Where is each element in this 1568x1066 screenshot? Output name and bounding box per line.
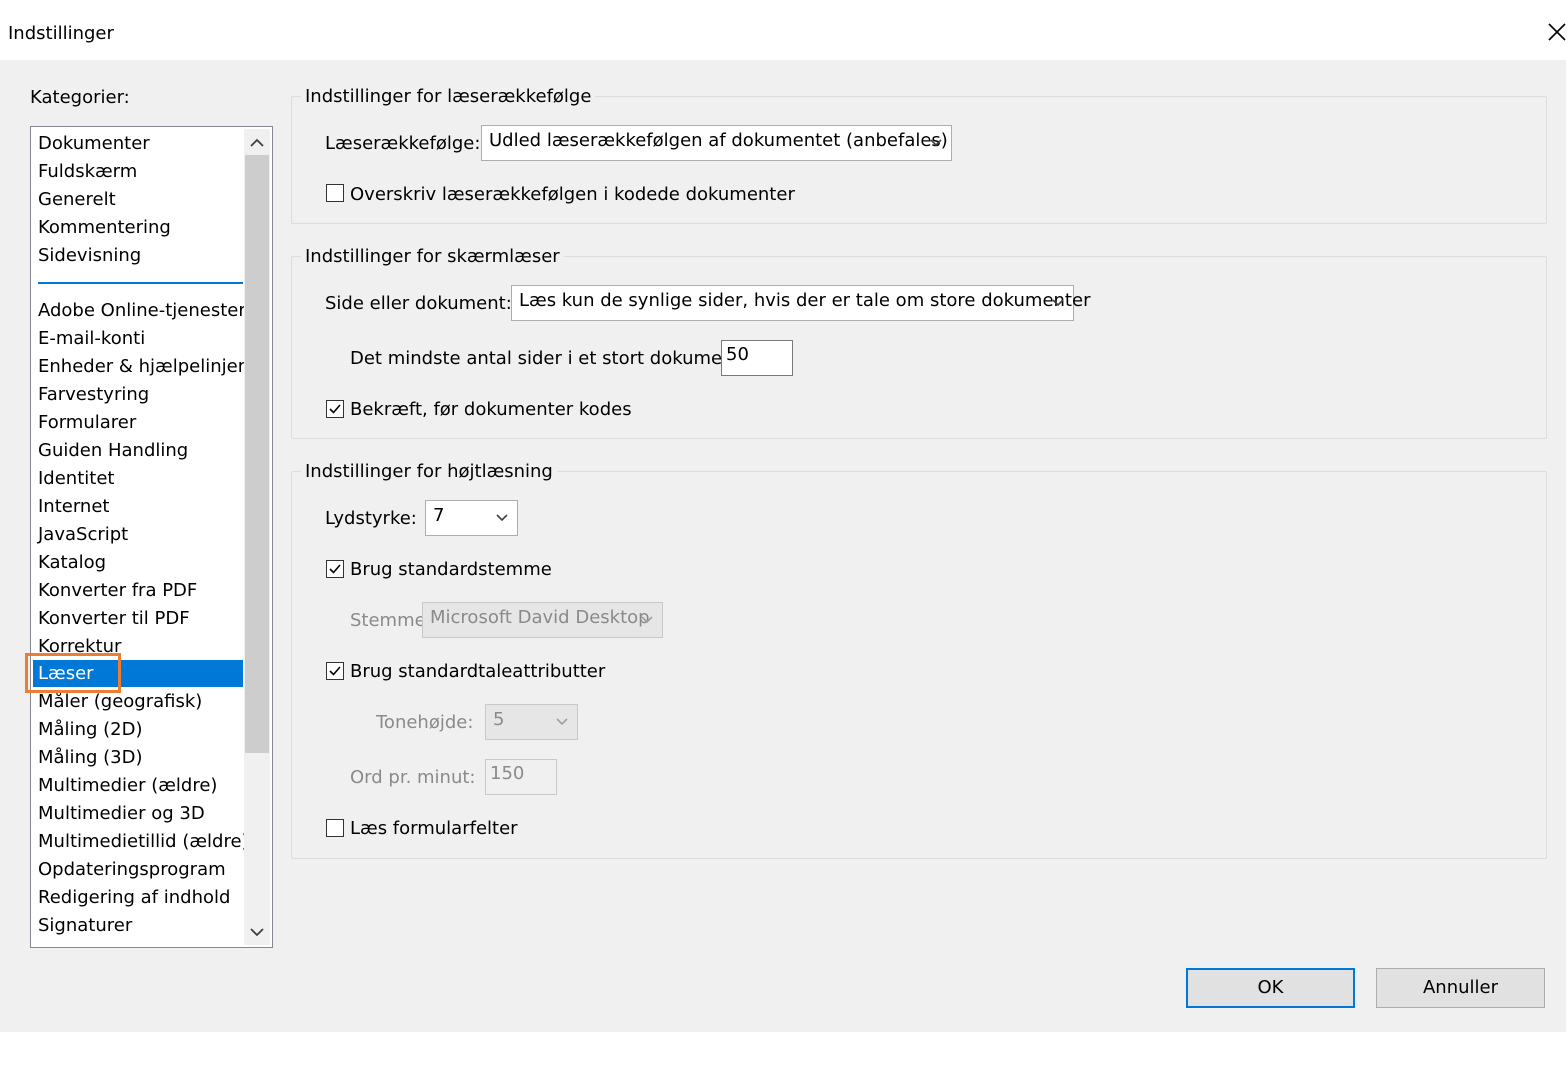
reading-order-legend: Indstillinger for læserækkefølge <box>301 86 596 107</box>
confirm-tagging-label: Bekræft, før dokumenter kodes <box>350 399 632 420</box>
chevron-down-icon <box>641 616 653 624</box>
list-item-sidevisning[interactable]: Sidevisning <box>38 242 141 269</box>
form-fields-checkbox[interactable] <box>326 819 344 837</box>
list-item[interactable]: Guiden Handling <box>38 437 188 464</box>
list-separator <box>38 282 243 284</box>
checkmark-icon <box>329 666 341 676</box>
default-speech-label: Brug standardtaleattributter <box>350 661 606 682</box>
reading-order-label: Læserækkefølge: <box>325 133 481 154</box>
list-item[interactable]: Adobe Online-tjenester <box>38 297 246 324</box>
voice-label: Stemme: <box>350 610 432 631</box>
min-pages-input[interactable]: 50 <box>721 340 793 376</box>
close-icon[interactable] <box>1543 18 1568 46</box>
default-voice-label: Brug standardstemme <box>350 559 552 580</box>
list-item[interactable]: Opdateringsprogram <box>38 856 226 883</box>
chevron-down-icon[interactable] <box>1043 286 1073 320</box>
page-or-document-dropdown[interactable]: Læs kun de synlige sider, hvis der er ta… <box>511 285 1090 321</box>
list-item[interactable]: Katalog <box>38 549 106 576</box>
list-item[interactable]: Formularer <box>38 409 136 436</box>
title-bar <box>0 0 1568 60</box>
list-item[interactable]: E-mail-konti <box>38 325 145 352</box>
default-speech-checkbox[interactable] <box>326 662 344 680</box>
categories-label: Kategorier: <box>30 87 130 108</box>
list-item[interactable]: Farvestyring <box>38 381 149 408</box>
scroll-up-icon[interactable] <box>249 136 265 150</box>
list-item[interactable]: Internet <box>38 493 109 520</box>
ok-button[interactable]: OK <box>1186 968 1355 1008</box>
pitch-label: Tonehøjde: <box>376 712 474 733</box>
confirm-tagging-checkbox[interactable] <box>326 400 344 418</box>
wpm-input[interactable]: 150 <box>485 759 557 795</box>
window-title: Indstillinger <box>8 23 114 44</box>
reading-order-value: Udled læserækkefølgen af dokumentet (anb… <box>489 130 948 151</box>
checkmark-icon <box>329 404 341 414</box>
volume-value: 7 <box>433 505 445 526</box>
chevron-down-icon <box>556 718 568 726</box>
form-fields-label: Læs formularfelter <box>350 818 518 839</box>
default-voice-checkbox[interactable] <box>326 560 344 578</box>
list-item[interactable]: Konverter fra PDF <box>38 577 197 604</box>
page-or-document-value: Læs kun de synlige sider, hvis der er ta… <box>519 290 1091 311</box>
min-pages-value: 50 <box>726 344 749 365</box>
scrollbar-thumb[interactable] <box>245 155 269 753</box>
list-item[interactable]: Redigering af indhold <box>38 884 230 911</box>
highlight-box <box>25 653 121 693</box>
scroll-down-icon[interactable] <box>249 925 265 939</box>
wpm-value: 150 <box>490 763 525 784</box>
list-item[interactable]: Multimedier (ældre) <box>38 772 217 799</box>
list-item[interactable]: Multimedier og 3D <box>38 800 205 827</box>
list-item[interactable]: JavaScript <box>38 521 128 548</box>
page-or-document-label: Side eller dokument: <box>325 293 512 314</box>
checkmark-icon <box>329 564 341 574</box>
list-item-generelt[interactable]: Generelt <box>38 186 116 213</box>
pitch-dropdown[interactable]: 5 <box>485 704 578 740</box>
screen-reader-legend: Indstillinger for skærmlæser <box>301 246 564 267</box>
list-item-dokumenter[interactable]: Dokumenter <box>38 130 150 157</box>
list-item-kommentering[interactable]: Kommentering <box>38 214 171 241</box>
read-aloud-legend: Indstillinger for højtlæsning <box>301 461 557 482</box>
list-item[interactable]: Identitet <box>38 465 114 492</box>
chevron-down-icon[interactable] <box>487 501 517 535</box>
volume-dropdown[interactable]: 7 <box>425 500 518 536</box>
pitch-value: 5 <box>493 709 505 730</box>
list-item-fuldskaerm[interactable]: Fuldskærm <box>38 158 137 185</box>
voice-value: Microsoft David Desktop <box>430 607 650 628</box>
cancel-button[interactable]: Annuller <box>1376 968 1545 1008</box>
list-item[interactable]: Signaturer <box>38 912 132 939</box>
list-item[interactable]: Måling (3D) <box>38 744 142 771</box>
reading-order-dropdown[interactable]: Udled læserækkefølgen af dokumentet (anb… <box>481 125 952 161</box>
chevron-down-icon[interactable] <box>921 126 951 160</box>
min-pages-label: Det mindste antal sider i et stort dokum… <box>350 348 747 369</box>
voice-dropdown[interactable]: Microsoft David Desktop <box>422 602 663 638</box>
override-label: Overskriv læserækkefølgen i kodede dokum… <box>350 184 795 205</box>
list-item[interactable]: Multimedietillid (ældre) <box>38 828 249 855</box>
volume-label: Lydstyrke: <box>325 508 417 529</box>
list-item[interactable]: Måling (2D) <box>38 716 142 743</box>
override-checkbox[interactable] <box>326 184 344 202</box>
list-item[interactable]: Konverter til PDF <box>38 605 190 632</box>
list-item[interactable]: Enheder & hjælpelinjer <box>38 353 245 380</box>
wpm-label: Ord pr. minut: <box>350 767 476 788</box>
categories-list[interactable]: Dokumenter Fuldskærm Generelt Kommenteri… <box>30 126 273 948</box>
